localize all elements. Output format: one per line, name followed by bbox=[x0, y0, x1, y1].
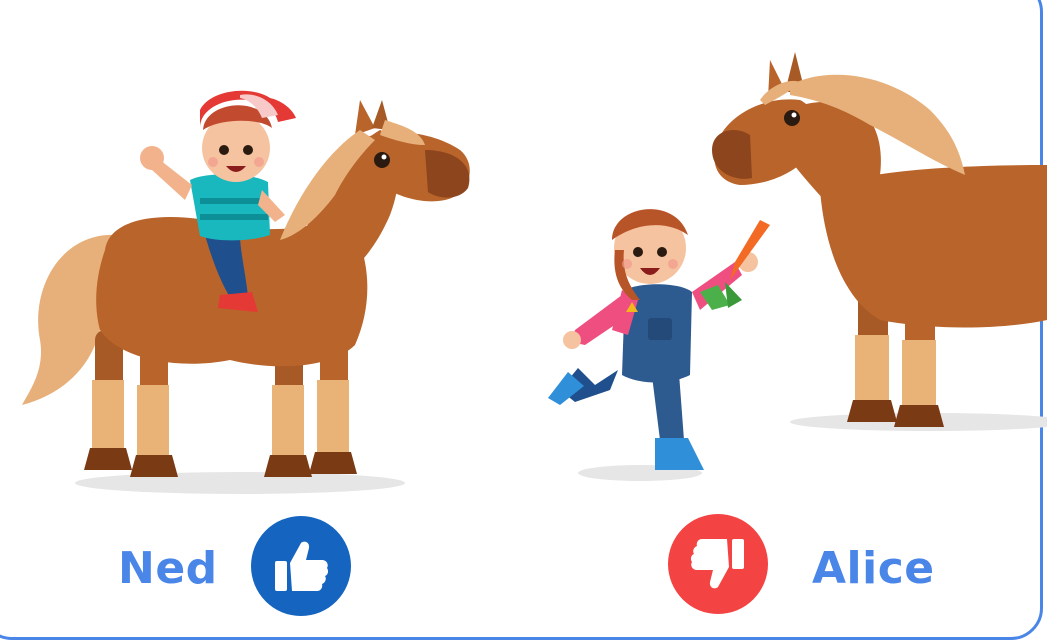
ned-horse-illustration bbox=[22, 90, 470, 494]
thumbs-down-badge[interactable] bbox=[668, 514, 768, 614]
alice-horse-illustration bbox=[548, 52, 1047, 481]
thumbs-down-icon bbox=[690, 539, 744, 589]
thumbs-up-icon bbox=[275, 541, 329, 591]
person-name-ned: Ned bbox=[118, 543, 218, 594]
thumbs-up-badge[interactable] bbox=[251, 516, 351, 616]
person-name-alice: Alice bbox=[812, 543, 935, 594]
